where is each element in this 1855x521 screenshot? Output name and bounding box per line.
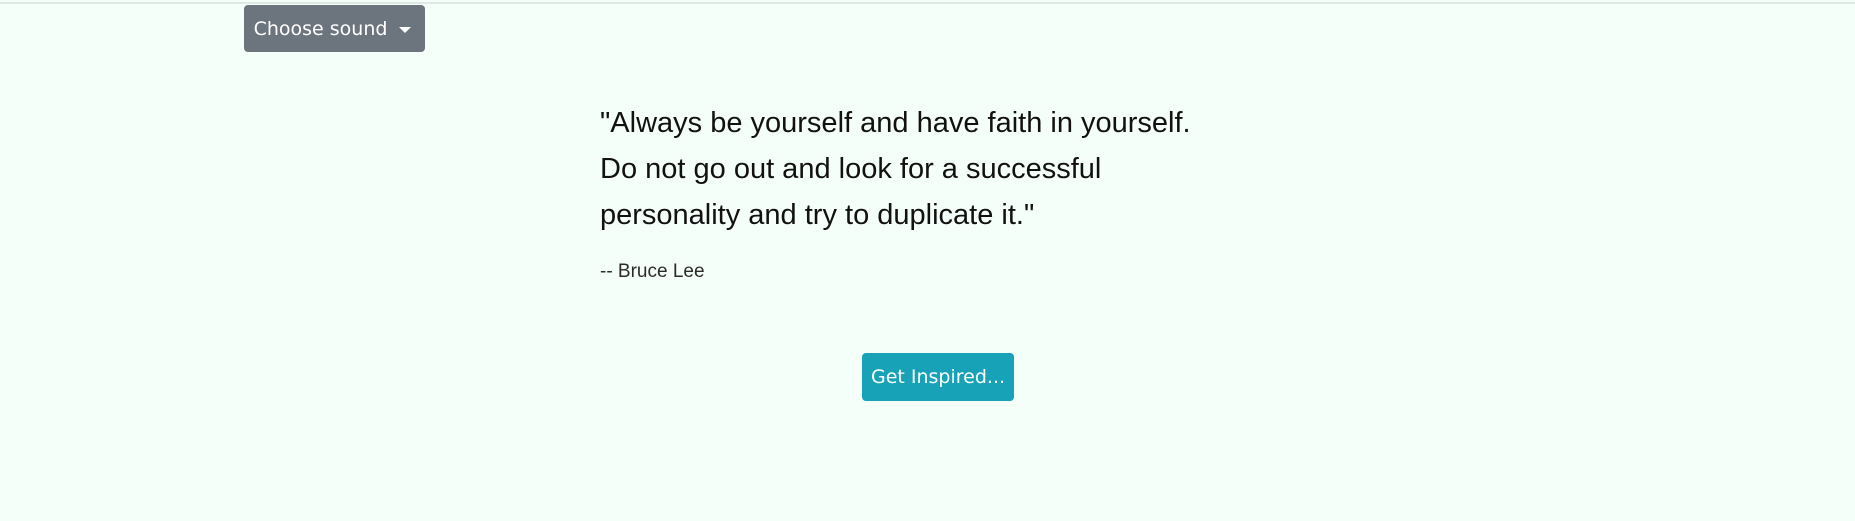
quote-line: Do not go out and look for a successful [600, 153, 1102, 185]
choose-sound-dropdown[interactable]: Choose sound [244, 5, 425, 52]
get-inspired-button[interactable]: Get Inspired... [862, 353, 1014, 401]
choose-sound-label: Choose sound [253, 17, 388, 40]
quote-text: "Always be yourself and have faith in yo… [600, 100, 1260, 238]
quote-author: -- Bruce Lee [600, 261, 705, 282]
quote-block: "Always be yourself and have faith in yo… [600, 100, 1260, 283]
top-divider [0, 2, 1855, 4]
quote-line: "Always be yourself and have faith in yo… [600, 107, 1191, 139]
caret-down-icon [399, 26, 412, 33]
quote-line: personality and try to duplicate it." [600, 199, 1035, 231]
